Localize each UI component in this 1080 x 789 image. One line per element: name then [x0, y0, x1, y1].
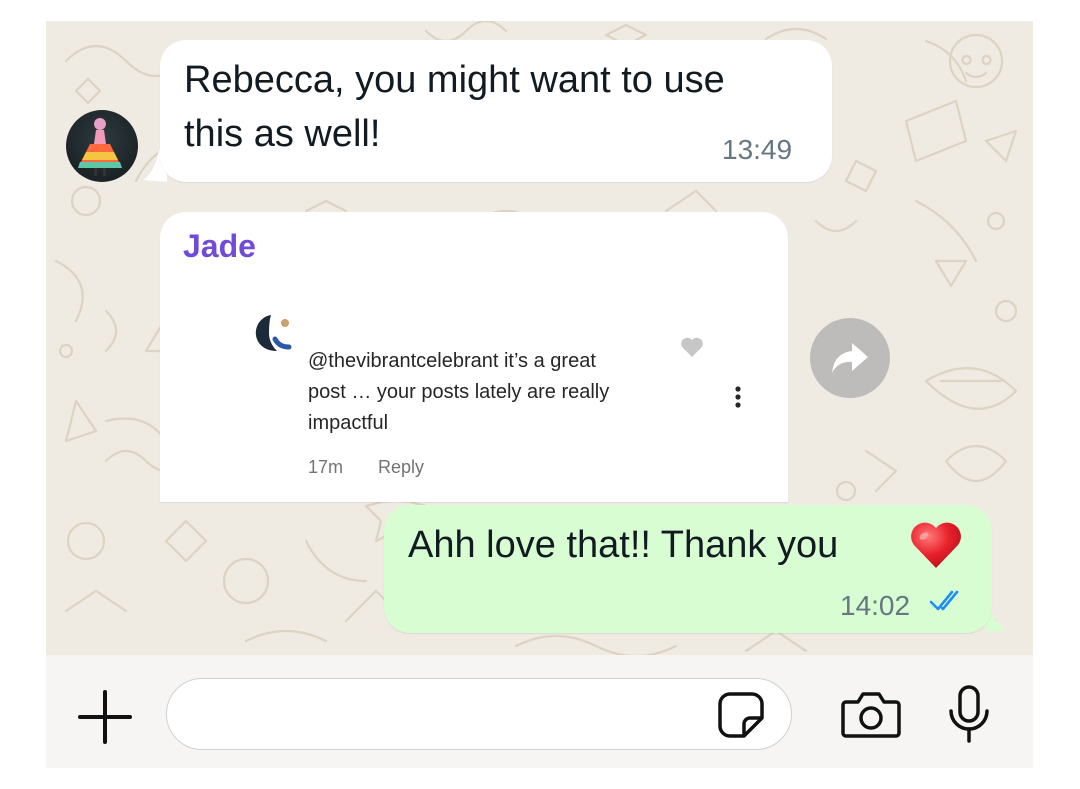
forward-icon: [832, 343, 868, 373]
heart-icon[interactable]: [680, 336, 704, 358]
mic-icon[interactable]: [946, 684, 992, 744]
forward-button[interactable]: [810, 318, 890, 398]
comment-line-2: post … your posts lately are really: [308, 381, 610, 403]
commenter-avatar: [255, 315, 292, 351]
comment-reply-link[interactable]: Reply: [378, 457, 424, 478]
plus-icon[interactable]: [78, 690, 132, 744]
avatar-figure: [78, 118, 122, 176]
heart-emoji: [911, 522, 961, 568]
outgoing-message-time: 14:02: [840, 590, 911, 621]
incoming-message-line-2: this as well!: [184, 113, 381, 155]
comment-line-3: impactful: [308, 412, 389, 434]
sticker-icon[interactable]: [716, 690, 766, 740]
outgoing-message-text: Ahh love that!! Thank you: [408, 524, 839, 566]
camera-icon[interactable]: [840, 688, 902, 740]
double-check-icon: [929, 590, 959, 611]
comment-age: 17m: [308, 457, 344, 477]
incoming-message-line-1: Rebecca, you might want to use: [184, 59, 725, 101]
more-vertical-icon[interactable]: [730, 385, 746, 411]
comment-text: @thevibrantcelebrant it’s a great post ……: [308, 346, 688, 439]
message-input[interactable]: [166, 678, 792, 750]
sender-name: Jade: [183, 228, 256, 264]
comment-line-1: @thevibrantcelebrant it’s a great: [308, 350, 596, 372]
contact-avatar[interactable]: [66, 110, 138, 182]
incoming-message-time: 13:49: [722, 134, 793, 165]
